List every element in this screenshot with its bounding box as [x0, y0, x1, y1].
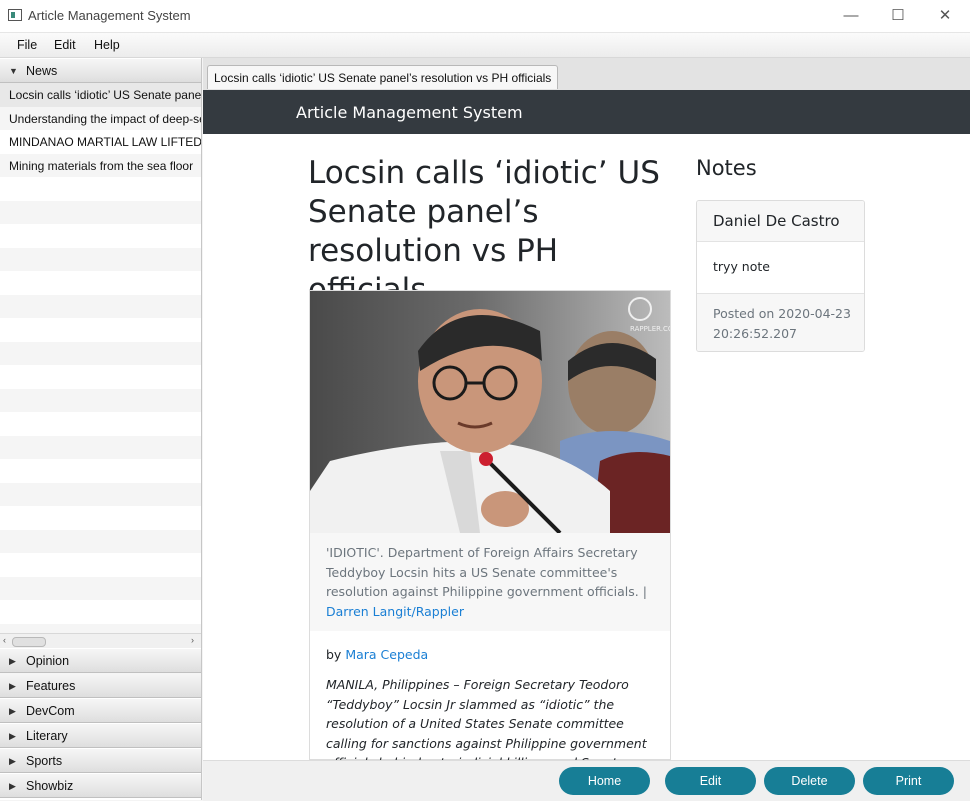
photo-watermark: RAPPLER.COM: [630, 325, 670, 333]
title-bar: Article Management System — ☐ ✕: [0, 0, 970, 33]
window-title: Article Management System: [28, 8, 191, 23]
scroll-right-icon[interactable]: ›: [191, 635, 194, 645]
empty-row: [0, 412, 201, 436]
note-timestamp: Posted on 2020-04-23 20:26:52.207: [713, 306, 851, 341]
note-header: Daniel De Castro: [697, 201, 864, 242]
delete-button[interactable]: Delete: [764, 767, 855, 795]
accordion-label: Features: [26, 679, 76, 693]
photo-caption: 'IDIOTIC'. Department of Foreign Affairs…: [310, 533, 670, 631]
home-button[interactable]: Home: [559, 767, 650, 795]
empty-row: [0, 576, 201, 600]
accordion-header-opinion[interactable]: ▶ Opinion: [0, 649, 201, 673]
collapsed-triangle-icon: ▶: [9, 756, 16, 766]
caption-credit-link[interactable]: Darren Langit/Rappler: [326, 604, 464, 619]
empty-row: [0, 318, 201, 342]
horizontal-scrollbar[interactable]: ‹ ›: [0, 633, 201, 648]
accordion-header-features[interactable]: ▶ Features: [0, 674, 201, 698]
scroll-left-icon[interactable]: ‹: [3, 635, 6, 645]
empty-row: [0, 271, 201, 295]
notes-heading: Notes: [696, 156, 757, 180]
empty-row: [0, 294, 201, 318]
scrollbar-thumb[interactable]: [12, 637, 46, 647]
accordion-header-literary[interactable]: ▶ Literary: [0, 724, 201, 748]
empty-row: [0, 247, 201, 271]
empty-row: [0, 388, 201, 412]
navbar: Article Management System: [203, 90, 970, 134]
list-item[interactable]: Mining materials from the sea floor: [0, 153, 201, 177]
menu-help[interactable]: Help: [94, 38, 120, 52]
accordion-label: Opinion: [26, 654, 70, 668]
article-photo: RAPPLER.COM: [310, 291, 670, 533]
note-text: tryy note: [713, 259, 770, 274]
minimize-button[interactable]: —: [828, 0, 874, 32]
empty-row: [0, 459, 201, 483]
article-body: MANILA, Philippines – Foreign Secretary …: [326, 677, 647, 760]
list-item[interactable]: Understanding the impact of deep-sea min…: [0, 106, 201, 130]
empty-row: [0, 435, 201, 459]
menu-file[interactable]: File: [17, 38, 37, 52]
collapsed-triangle-icon: ▶: [9, 731, 16, 741]
expanded-triangle-icon: ▼: [9, 66, 18, 76]
empty-row: [0, 529, 201, 553]
byline: by Mara Cepeda: [326, 647, 428, 662]
collapsed-triangle-icon: ▶: [9, 681, 16, 691]
collapsed-triangle-icon: ▶: [9, 781, 16, 791]
maximize-button[interactable]: ☐: [875, 0, 921, 32]
accordion-label: Literary: [26, 729, 68, 743]
collapsed-triangle-icon: ▶: [9, 706, 16, 716]
accordion-label: Showbiz: [26, 779, 74, 793]
note-author: Daniel De Castro: [713, 212, 840, 230]
empty-row: [0, 200, 201, 224]
print-button[interactable]: Print: [863, 767, 954, 795]
accordion-label: DevCom: [26, 704, 75, 718]
empty-row: [0, 600, 201, 624]
empty-row: [0, 224, 201, 248]
category-accordion: ▼ News Locsin calls ‘idiotic’ US Senate …: [0, 58, 202, 800]
menu-edit[interactable]: Edit: [54, 38, 76, 52]
collapsed-triangle-icon: ▶: [9, 656, 16, 666]
close-button[interactable]: ✕: [922, 0, 968, 32]
accordion-header-devcom[interactable]: ▶ DevCom: [0, 699, 201, 723]
edit-button[interactable]: Edit: [665, 767, 756, 795]
empty-row: [0, 365, 201, 389]
note-card: Daniel De Castro tryy note Posted on 202…: [696, 200, 865, 352]
article-webview[interactable]: Article Management System Locsin calls ‘…: [203, 90, 970, 760]
menu-bar: File Edit Help: [0, 33, 970, 58]
list-item[interactable]: Locsin calls ‘idiotic’ US Senate panel’s…: [0, 83, 201, 107]
accordion-header-sports[interactable]: ▶ Sports: [0, 749, 201, 773]
list-item[interactable]: MINDANAO MARTIAL LAW LIFTED SOON: [0, 130, 201, 154]
accordion-label: News: [26, 64, 58, 78]
accordion-header-news[interactable]: ▼ News: [0, 59, 201, 83]
byline-prefix: by: [326, 647, 342, 662]
empty-row: [0, 177, 201, 201]
author-link[interactable]: Mara Cepeda: [345, 647, 428, 662]
empty-row: [0, 341, 201, 365]
empty-row: [0, 506, 201, 530]
caption-text: 'IDIOTIC'. Department of Foreign Affairs…: [326, 545, 647, 599]
accordion-header-showbiz[interactable]: ▶ Showbiz: [0, 774, 201, 798]
accordion-label: Sports: [26, 754, 63, 768]
news-list[interactable]: Locsin calls ‘idiotic’ US Senate panel’s…: [0, 83, 201, 691]
navbar-brand[interactable]: Article Management System: [296, 103, 523, 122]
empty-row: [0, 482, 201, 506]
empty-row: [0, 553, 201, 577]
note-footer: Posted on 2020-04-23 20:26:52.207: [697, 293, 864, 351]
tab-article[interactable]: Locsin calls ‘idiotic’ US Senate panel’s…: [207, 65, 559, 89]
app-icon: [8, 9, 22, 21]
article-title: Locsin calls ‘idiotic’ US Senate panel’s…: [308, 155, 660, 308]
article-card: RAPPLER.COM 'IDIOTIC'. Department of For…: [309, 290, 671, 760]
